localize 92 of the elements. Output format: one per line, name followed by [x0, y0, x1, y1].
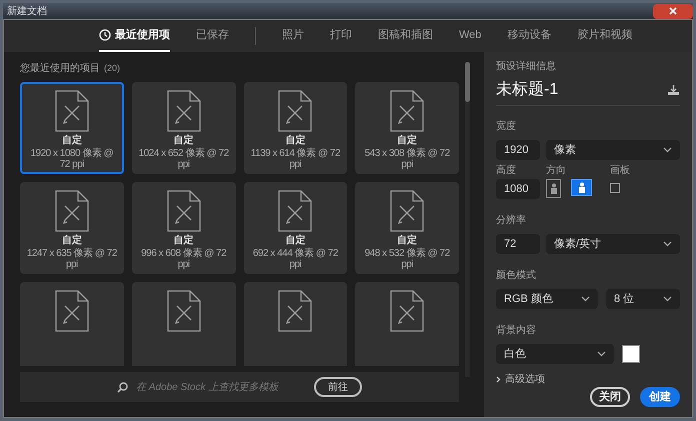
- close-dialog-button[interactable]: 关闭: [590, 387, 630, 407]
- scrollbar-thumb[interactable]: [465, 62, 470, 102]
- preset-card[interactable]: 自定 543 x 308 像素 @ 72 ppi: [355, 82, 459, 174]
- tab[interactable]: 胶片和视频: [577, 20, 632, 52]
- width-field[interactable]: 1920: [496, 140, 540, 160]
- field-label: 高度: [496, 166, 517, 176]
- tab[interactable]: Web: [459, 20, 482, 52]
- color-mode-select[interactable]: RGB 颜色: [496, 289, 598, 309]
- preset-title: 自定: [62, 235, 82, 248]
- preset-card[interactable]: 自定 1247 x 635 像素 @ 72 ppi: [20, 182, 124, 274]
- preset-title: 自定: [397, 235, 418, 248]
- preset-size: 543 x 308 像素 @ 72 ppi: [364, 148, 451, 170]
- chevron-right-icon: [496, 376, 501, 383]
- chevron-down-icon: [663, 296, 672, 302]
- portrait-button[interactable]: [546, 179, 561, 198]
- tab[interactable]: 已保存: [196, 20, 229, 52]
- document-icon: [54, 90, 89, 132]
- window-title: 新建文档: [7, 4, 47, 18]
- advanced-options-toggle[interactable]: 高级选项: [496, 372, 545, 387]
- chevron-down-icon: [663, 147, 672, 153]
- document-icon: [166, 290, 201, 332]
- color-swatch[interactable]: [622, 345, 640, 363]
- preset-card[interactable]: [132, 282, 236, 366]
- document-icon: [390, 190, 424, 232]
- preset-card[interactable]: [355, 282, 459, 366]
- field-label: 分辨率: [496, 215, 526, 226]
- field-label: 画板: [610, 166, 630, 176]
- preset-size: 996 x 608 像素 @ 72 ppi: [140, 248, 228, 270]
- preset-title: 自定: [285, 235, 306, 248]
- preset-card[interactable]: 自定 996 x 608 像素 @ 72 ppi: [132, 182, 236, 274]
- create-button[interactable]: 创建: [640, 387, 680, 407]
- preset-card[interactable]: 自定 1139 x 614 像素 @ 72 ppi: [244, 82, 348, 174]
- go-button[interactable]: 前往: [314, 377, 362, 397]
- tab[interactable]: 图稿和插图: [378, 20, 433, 52]
- preset-card[interactable]: [20, 282, 124, 366]
- height-field[interactable]: 1080: [496, 179, 540, 199]
- chevron-down-icon: [663, 241, 672, 247]
- panel-heading: 预设详细信息: [496, 62, 557, 72]
- preset-size: 948 x 532 像素 @ 72 ppi: [364, 248, 451, 270]
- document-name[interactable]: 未标题-1: [496, 78, 558, 102]
- save-preset-icon[interactable]: [667, 84, 680, 96]
- document-icon: [390, 90, 424, 132]
- search-icon: [117, 382, 128, 392]
- field-label: 颜色模式: [496, 270, 536, 281]
- document-icon: [54, 190, 89, 232]
- preset-size: 1024 x 652 像素 @ 72 ppi: [138, 148, 230, 170]
- section-heading: 您最近使用的项目: [20, 64, 100, 74]
- item-count: (20): [104, 62, 120, 76]
- preset-card[interactable]: [244, 282, 348, 366]
- document-icon: [278, 290, 312, 332]
- preset-size: 1920 x 1080 像素 @ 72 ppi: [29, 148, 114, 170]
- artboard-checkbox[interactable]: [610, 183, 620, 193]
- clock-icon: [99, 29, 111, 41]
- person-icon: [550, 183, 558, 194]
- preset-size: 1247 x 635 像素 @ 72 ppi: [26, 248, 118, 270]
- document-icon: [166, 90, 201, 132]
- field-label: 背景内容: [496, 325, 536, 336]
- preset-card[interactable]: 自定 1024 x 652 像素 @ 72 ppi: [132, 82, 236, 174]
- preset-title: 自定: [62, 135, 82, 148]
- preset-title: 自定: [397, 135, 418, 148]
- background-select[interactable]: 白色: [496, 344, 614, 364]
- preset-card[interactable]: 自定 692 x 444 像素 @ 72 ppi: [244, 182, 348, 274]
- field-label: 宽度: [496, 121, 516, 132]
- document-icon: [278, 90, 312, 132]
- preset-card[interactable]: 自定 1920 x 1080 像素 @ 72 ppi: [20, 82, 124, 174]
- landscape-button[interactable]: [571, 179, 592, 196]
- chevron-down-icon: [597, 351, 606, 357]
- unit-select[interactable]: 像素: [546, 140, 680, 160]
- document-icon: [54, 290, 89, 332]
- preset-title: 自定: [174, 235, 194, 248]
- tab[interactable]: 最近使用项: [99, 20, 170, 52]
- stock-search-field[interactable]: 在 Adobe Stock 上查找更多模板: [136, 380, 306, 394]
- preset-title: 自定: [174, 135, 194, 148]
- scrollbar[interactable]: [465, 62, 470, 377]
- resolution-unit-select[interactable]: 像素/英寸: [546, 234, 680, 254]
- close-icon: [669, 7, 677, 15]
- person-icon: [578, 182, 586, 193]
- chevron-down-icon: [581, 296, 590, 302]
- document-icon: [390, 290, 424, 332]
- preset-title: 自定: [285, 135, 306, 148]
- tab[interactable]: 打印: [330, 20, 352, 52]
- tab[interactable]: 移动设备: [507, 20, 552, 52]
- document-icon: [166, 190, 201, 232]
- preset-card[interactable]: 自定 948 x 532 像素 @ 72 ppi: [355, 182, 459, 274]
- preset-size: 1139 x 614 像素 @ 72 ppi: [250, 148, 342, 170]
- tab[interactable]: 照片: [282, 20, 304, 52]
- close-button[interactable]: [653, 4, 693, 18]
- bit-depth-select[interactable]: 8 位: [606, 289, 680, 309]
- document-icon: [278, 190, 312, 232]
- field-label: 方向: [546, 166, 567, 176]
- resolution-field[interactable]: 72: [496, 234, 540, 254]
- preset-size: 692 x 444 像素 @ 72 ppi: [252, 248, 339, 270]
